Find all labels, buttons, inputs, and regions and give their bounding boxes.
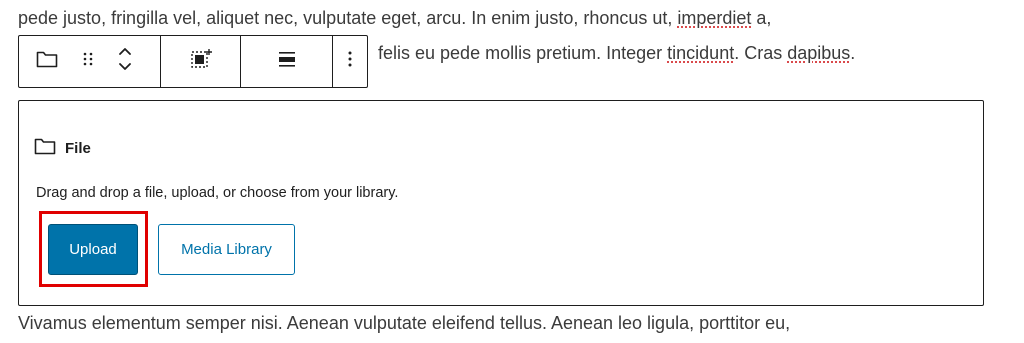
drag-handle-icon — [82, 50, 94, 73]
paragraph-bottom: Vivamus elementum semper nisi. Aenean vu… — [18, 313, 791, 333]
drag-handle-button[interactable] — [79, 44, 97, 80]
file-block-instructions: Drag and drop a file, upload, or choose … — [36, 185, 399, 201]
file-block-title-label: File — [65, 139, 91, 157]
block-toolbar — [18, 35, 368, 88]
toolbar-group-replace — [161, 36, 241, 87]
move-up-down-button[interactable] — [115, 44, 135, 80]
paragraph-top-line-2: felis eu pede mollis pretium. Integer ti… — [378, 41, 855, 65]
move-up-down-icon — [117, 44, 133, 79]
file-block-title: File — [34, 137, 91, 159]
paragraph-top-line-1: pede justo, fringilla vel, aliquet nec, … — [18, 6, 771, 30]
paragraph-text: . Cras — [734, 43, 788, 63]
paragraph-text: pede justo, fringilla vel, aliquet nec, … — [18, 8, 678, 28]
toolbar-group-more — [333, 36, 367, 87]
upload-button[interactable]: Upload — [48, 224, 138, 275]
file-block-placeholder — [18, 100, 984, 306]
toolbar-group-align — [241, 36, 333, 87]
block-type-button[interactable] — [33, 44, 61, 80]
misspelled-word: imperdiet — [677, 8, 752, 28]
paragraph-text: felis eu pede mollis pretium. Integer — [378, 43, 668, 63]
folder-icon — [36, 50, 58, 73]
paragraph-text: a, — [751, 8, 772, 28]
align-button[interactable] — [273, 44, 301, 80]
media-library-button[interactable]: Media Library — [158, 224, 295, 275]
folder-icon — [34, 137, 56, 159]
more-options-button[interactable] — [336, 44, 364, 80]
more-options-icon — [347, 49, 353, 74]
paragraph-text: . — [850, 43, 856, 63]
replace-icon — [189, 47, 213, 76]
misspelled-word: dapibus — [787, 43, 851, 63]
toolbar-group-block — [19, 36, 161, 87]
replace-button[interactable] — [187, 44, 215, 80]
align-icon — [277, 49, 297, 74]
misspelled-word: tincidunt — [667, 43, 735, 63]
